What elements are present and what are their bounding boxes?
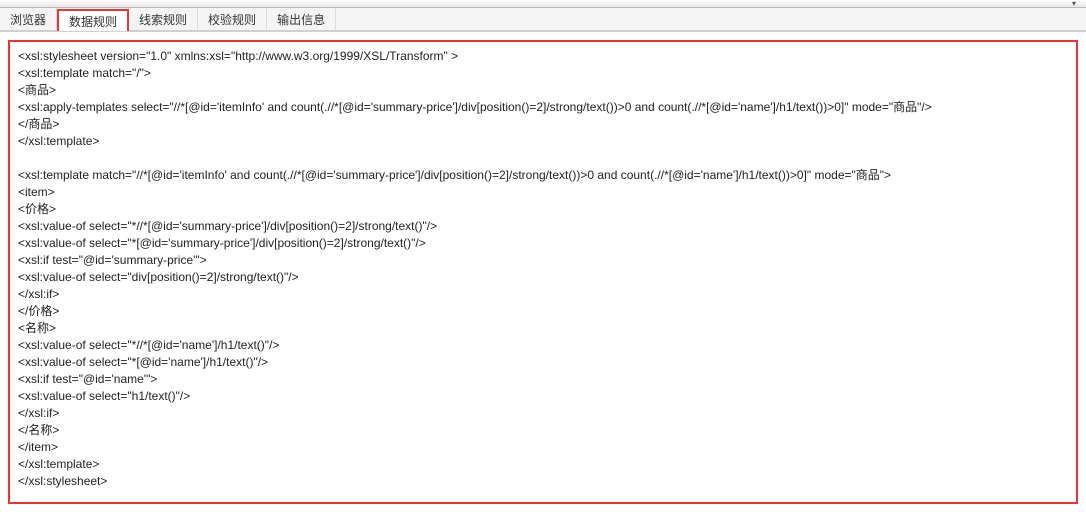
- code-line: <名称>: [18, 321, 56, 335]
- xsl-code-panel[interactable]: <xsl:stylesheet version="1.0" xmlns:xsl=…: [8, 40, 1078, 504]
- code-line: </价格>: [18, 304, 59, 318]
- code-line: <xsl:template match="/">: [18, 66, 151, 80]
- code-line: <xsl:value-of select="*[@id='name']/h1/t…: [18, 355, 268, 369]
- code-line: </名称>: [18, 423, 59, 437]
- code-line: <xsl:stylesheet version="1.0" xmlns:xsl=…: [18, 49, 458, 63]
- code-line: <item>: [18, 185, 55, 199]
- code-line: </xsl:stylesheet>: [18, 474, 107, 488]
- tab-clue-rule[interactable]: 线索规则: [129, 8, 198, 30]
- dropdown-icon[interactable]: ▾: [1072, 0, 1076, 8]
- code-line: <价格>: [18, 202, 56, 216]
- code-line: </xsl:if>: [18, 287, 59, 301]
- tabs-bar: 浏览器 数据规则 线索规则 校验规则 输出信息: [0, 8, 1086, 32]
- content-area: <xsl:stylesheet version="1.0" xmlns:xsl=…: [0, 32, 1086, 512]
- tab-output-info[interactable]: 输出信息: [267, 8, 336, 30]
- code-line: </xsl:template>: [18, 134, 99, 148]
- code-line: </商品>: [18, 117, 59, 131]
- tab-check-rule[interactable]: 校验规则: [198, 8, 267, 30]
- code-line: <xsl:apply-templates select="//*[@id='it…: [18, 100, 932, 114]
- code-line: <xsl:template match="//*[@id='itemInfo' …: [18, 168, 891, 182]
- code-line: <xsl:if test="@id='name'">: [18, 372, 157, 386]
- code-line: </xsl:if>: [18, 406, 59, 420]
- code-line: <商品>: [18, 83, 56, 97]
- code-line: <xsl:value-of select="h1/text()"/>: [18, 389, 190, 403]
- code-line: </xsl:template>: [18, 457, 99, 471]
- code-line: <xsl:value-of select="*//*[@id='name']/h…: [18, 338, 279, 352]
- top-toolbar: ▾: [0, 0, 1086, 8]
- code-line: <xsl:value-of select="*//*[@id='summary-…: [18, 219, 437, 233]
- code-line: </item>: [18, 440, 58, 454]
- code-line: <xsl:value-of select="div[position()=2]/…: [18, 270, 299, 284]
- tab-browser[interactable]: 浏览器: [0, 8, 57, 30]
- tab-data-rule[interactable]: 数据规则: [57, 9, 129, 31]
- code-line: <xsl:if test="@id='summary-price'">: [18, 253, 207, 267]
- code-line: <xsl:value-of select="*[@id='summary-pri…: [18, 236, 426, 250]
